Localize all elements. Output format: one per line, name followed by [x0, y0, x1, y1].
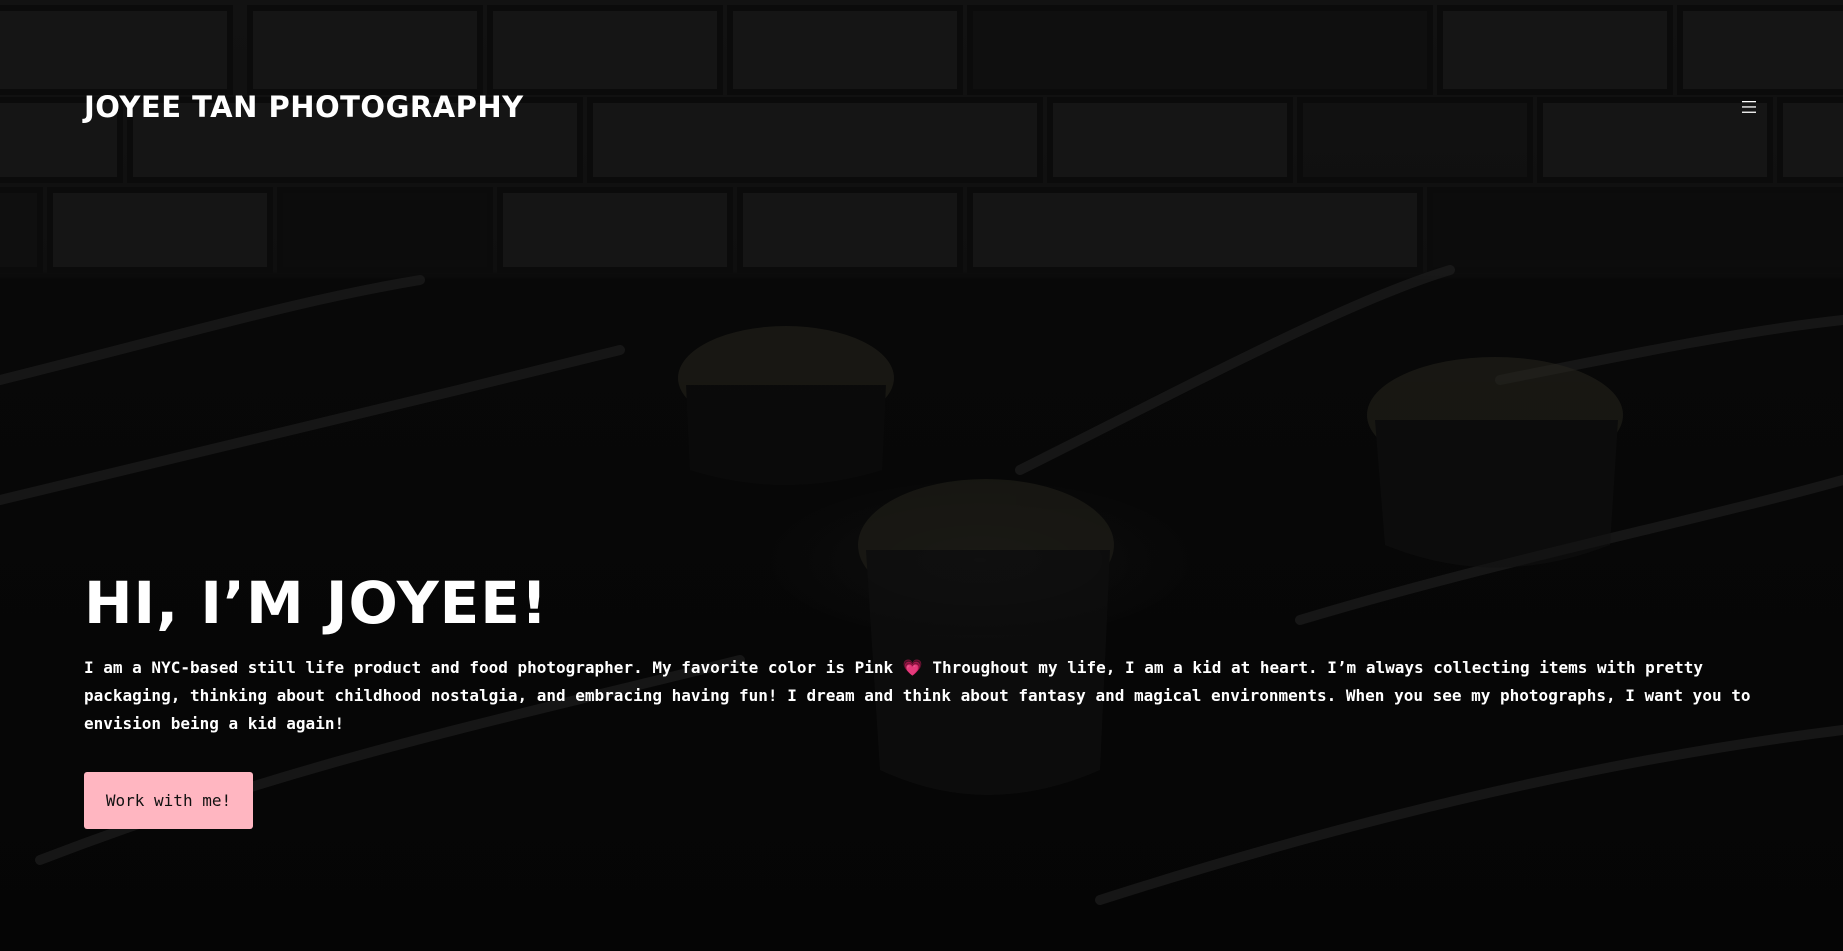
page: JOYEE TAN PHOTOGRAPHY HI, I’M JOYEE! I a…	[0, 0, 1843, 951]
site-logo[interactable]: JOYEE TAN PHOTOGRAPHY	[84, 90, 524, 124]
hero-title: HI, I’M JOYEE!	[84, 569, 549, 637]
hero-description: I am a NYC-based still life product and …	[84, 658, 1751, 733]
work-with-me-button[interactable]: Work with me!	[84, 772, 253, 829]
hamburger-menu-icon	[1742, 101, 1756, 113]
menu-button[interactable]	[1731, 89, 1767, 125]
hero-section: HI, I’M JOYEE! I am a NYC-based still li…	[84, 568, 1759, 829]
site-header: JOYEE TAN PHOTOGRAPHY	[84, 86, 1759, 128]
